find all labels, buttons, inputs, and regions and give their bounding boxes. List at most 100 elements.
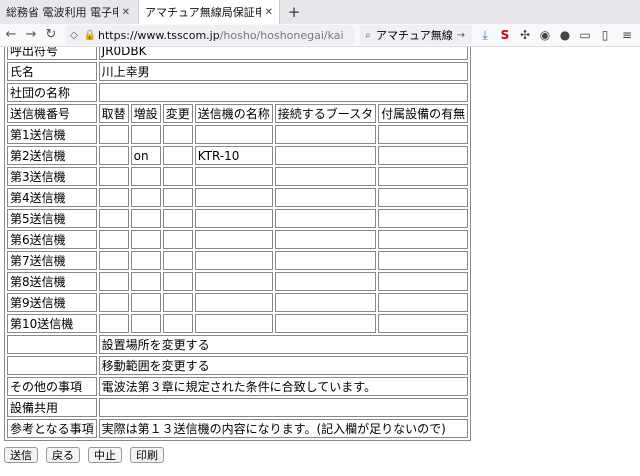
accessory-cell — [378, 209, 469, 228]
tab-amateur-guarantee[interactable]: アマチュア無線局保証申込み ✕ — [138, 0, 280, 24]
transmitter-label: 第1送信機 — [7, 125, 97, 144]
lock-icon[interactable]: 🔒 — [82, 30, 98, 41]
extension-record-icon[interactable]: ● — [556, 26, 574, 44]
name-row: 氏名 川上幸男 — [7, 62, 469, 81]
change-cell — [162, 230, 193, 249]
url-path: /hosho/hoshonegai/kai — [219, 28, 344, 42]
header-transmitter-name: 送信機の名称 — [194, 104, 273, 123]
change-cell — [162, 293, 193, 312]
tab-title: アマチュア無線局保証申込み — [145, 6, 261, 19]
go-arrow-icon[interactable]: → — [453, 30, 469, 41]
add-cell — [130, 209, 161, 228]
tab-bar: 総務省 電波利用 電子申請・届出システム ✕ アマチュア無線局保証申込み ✕ + — [0, 0, 640, 24]
booster-cell — [274, 167, 377, 186]
download-icon[interactable]: ⤓ — [476, 26, 494, 44]
booster-cell — [274, 293, 377, 312]
application-form-table: 呼出符号 JR0DBK 氏名 川上幸男 社団の名称 送信機番号 取替 増設 変更… — [4, 47, 472, 441]
transmitter-name-cell — [194, 251, 273, 270]
transmitter-label: 第3送信機 — [7, 167, 97, 186]
add-cell — [130, 188, 161, 207]
transmitter-row: 第2送信機 on KTR-10 — [7, 146, 469, 165]
transmitter-name-cell — [194, 314, 273, 333]
shield-icon[interactable]: ◇ — [66, 30, 82, 41]
transmitter-row: 第9送信機 — [7, 293, 469, 312]
transmitter-name-cell — [194, 230, 273, 249]
booster-cell — [274, 209, 377, 228]
nav-bar: ← → ↻ ◇ 🔒 https://www.tsscom.jp/hosho/ho… — [0, 24, 640, 47]
shared-row: 設備共用 — [7, 398, 469, 417]
accessory-cell — [378, 167, 469, 186]
replace-cell — [98, 314, 129, 333]
shared-label: 設備共用 — [7, 398, 97, 417]
accessory-cell — [378, 125, 469, 144]
booster-cell — [274, 230, 377, 249]
search-box[interactable]: ⌕ アマチュア無線 → — [360, 25, 472, 45]
club-row: 社団の名称 — [7, 83, 469, 102]
shared-value — [98, 398, 469, 417]
add-cell: on — [130, 146, 161, 165]
reference-row: 参考となる事項 実際は第１３送信機の内容になります。(記入欄が足りないので) — [7, 419, 469, 438]
transmitter-name-cell — [194, 188, 273, 207]
transmitter-row: 第1送信機 — [7, 125, 469, 144]
transmitter-row: 第4送信機 — [7, 188, 469, 207]
extension-puzzle-icon[interactable]: ✣ — [516, 26, 534, 44]
replace-cell — [98, 125, 129, 144]
form-buttons: 送信 戻る 中止 印刷 — [4, 447, 164, 463]
empty-label-cell — [7, 335, 97, 354]
other-row: その他の事項 電波法第３章に規定された条件に合致しています。 — [7, 377, 469, 396]
new-tab-icon[interactable]: + — [284, 2, 304, 22]
print-button[interactable]: 印刷 — [130, 447, 164, 463]
replace-cell — [98, 209, 129, 228]
menu-icon[interactable]: ≡ — [618, 26, 636, 44]
callsign-value: JR0DBK — [98, 47, 469, 60]
extension-mask-icon[interactable]: ◉ — [536, 26, 554, 44]
booster-cell — [274, 146, 377, 165]
club-value — [98, 83, 469, 102]
location-change-text: 設置場所を変更する — [98, 335, 469, 354]
transmitter-label: 第8送信機 — [7, 272, 97, 291]
close-tab-icon[interactable]: ✕ — [122, 7, 130, 18]
add-cell — [130, 314, 161, 333]
booster-cell — [274, 314, 377, 333]
replace-cell — [98, 272, 129, 291]
transmitter-row: 第8送信機 — [7, 272, 469, 291]
address-bar[interactable]: ◇ 🔒 https://www.tsscom.jp/hosho/hoshoneg… — [66, 25, 354, 45]
transmitter-row: 第3送信機 — [7, 167, 469, 186]
close-tab-icon[interactable]: ✕ — [265, 7, 273, 18]
add-cell — [130, 125, 161, 144]
replace-cell — [98, 146, 129, 165]
change-cell — [162, 125, 193, 144]
other-label: その他の事項 — [7, 377, 97, 396]
accessory-cell — [378, 230, 469, 249]
forward-arrow-icon[interactable]: → — [22, 26, 40, 44]
change-cell — [162, 251, 193, 270]
back-arrow-icon[interactable]: ← — [2, 26, 20, 44]
transmitter-row: 第10送信機 — [7, 314, 469, 333]
submit-button[interactable]: 送信 — [4, 447, 38, 463]
booster-cell — [274, 188, 377, 207]
transmitter-row: 第6送信機 — [7, 230, 469, 249]
accessory-cell — [378, 293, 469, 312]
add-cell — [130, 272, 161, 291]
bookmark-icon[interactable]: ▯ — [596, 26, 614, 44]
back-button[interactable]: 戻る — [46, 447, 80, 463]
name-label: 氏名 — [7, 62, 97, 81]
replace-cell — [98, 188, 129, 207]
name-value: 川上幸男 — [98, 62, 469, 81]
change-cell — [162, 188, 193, 207]
cancel-button[interactable]: 中止 — [88, 447, 122, 463]
folder-icon[interactable]: ▭ — [576, 26, 594, 44]
booster-cell — [274, 125, 377, 144]
reload-icon[interactable]: ↻ — [42, 26, 60, 44]
transmitter-row: 第5送信機 — [7, 209, 469, 228]
search-icon: ⌕ — [365, 29, 371, 41]
extension-s-icon[interactable]: S — [496, 26, 514, 44]
transmitter-label: 第7送信機 — [7, 251, 97, 270]
replace-cell — [98, 167, 129, 186]
add-cell — [130, 293, 161, 312]
header-transmitter-no: 送信機番号 — [7, 104, 97, 123]
accessory-cell — [378, 314, 469, 333]
tab-denpa[interactable]: 総務省 電波利用 電子申請・届出システム ✕ — [0, 0, 136, 24]
callsign-row: 呼出符号 JR0DBK — [7, 47, 469, 60]
transmitter-label: 第5送信機 — [7, 209, 97, 228]
